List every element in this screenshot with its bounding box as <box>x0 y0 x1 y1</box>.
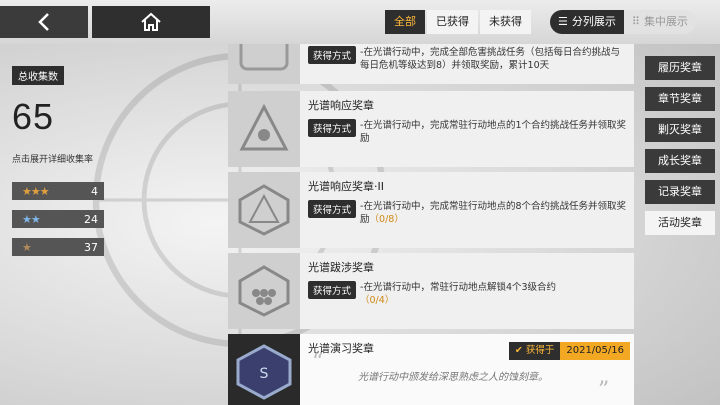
obtained-label: ✔ 获得于 <box>508 342 561 360</box>
medal-progress: （0/4） <box>360 295 395 306</box>
acquire-method-tag: 获得方式 <box>308 200 357 218</box>
rank-row-1star[interactable]: ★ 37 <box>12 238 104 256</box>
total-collection-label: 总收集数 <box>12 66 64 85</box>
two-star-icon: ★★ <box>22 212 41 226</box>
medal-description: -在光谱行动中，完成全部危害挑战任务（包括每日合约挑战与每日危机等级达到8）并领… <box>360 47 620 71</box>
tab-chapter-medals[interactable]: 章节奖章 <box>645 87 715 111</box>
quote-close-icon: ” <box>598 378 610 403</box>
medal-quote: 光谱行动中颁发给深思熟虑之人的蚀刻章。 <box>358 372 548 383</box>
three-star-icon: ★★★ <box>22 184 50 198</box>
medal-badge-icon <box>228 91 300 167</box>
medal-description: -在光谱行动中，常驻行动地点解锁4个3级合约 （0/4） <box>360 282 557 306</box>
acquire-method-tag: 获得方式 <box>308 119 357 137</box>
home-icon <box>141 12 161 31</box>
medal-card-obtained[interactable]: S 光谱演习奖章 ✔ 获得于 2021/05/16 “ 光谱行动中颁发给深思熟虑之… <box>228 334 634 405</box>
medal-card[interactable]: 光谱响应奖章·II 获得方式 -在光谱行动中，完成常驻行动地点的8个合约挑战任务… <box>228 172 634 248</box>
quote-open-icon: “ <box>312 350 324 375</box>
rank-count: 37 <box>84 240 98 254</box>
filter-all[interactable]: 全部 <box>385 10 425 34</box>
tab-record-medals[interactable]: 记录奖章 <box>645 180 715 204</box>
svg-text:S: S <box>260 366 269 382</box>
filter-not-obtained[interactable]: 未获得 <box>480 10 531 34</box>
rank-row-3star[interactable]: ★★★ 4 <box>12 182 104 200</box>
acquire-method-tag: 获得方式 <box>308 46 357 64</box>
home-button[interactable] <box>92 6 210 38</box>
medal-title: 光谱跋涉奖章 <box>308 261 374 274</box>
expand-hint[interactable]: 点击展开详细收集率 <box>12 152 93 165</box>
medal-badge-icon <box>228 44 300 84</box>
tab-growth-medals[interactable]: 成长奖章 <box>645 149 715 173</box>
obtained-date-badge: ✔ 获得于 2021/05/16 <box>508 342 630 360</box>
list-icon: ☰ <box>558 15 568 28</box>
medal-badge-icon: S <box>228 334 300 405</box>
tab-career-medals[interactable]: 履历奖章 <box>645 56 715 80</box>
medal-progress: （0/8） <box>369 214 404 225</box>
medal-card[interactable]: 获得方式 -在光谱行动中，完成全部危害挑战任务（包括每日合约挑战与每日危机等级达… <box>228 44 634 84</box>
checkmark-icon: ✔ <box>514 345 523 356</box>
one-star-icon: ★ <box>22 240 32 254</box>
medal-badge-icon <box>228 253 300 329</box>
top-bar: 全部 已获得 未获得 ☰ 分列展示 ⠿ 集中展示 <box>0 0 720 44</box>
medal-card[interactable]: 光谱响应奖章 获得方式 -在光谱行动中，完成常驻行动地点的1个合约挑战任务并领取… <box>228 91 634 167</box>
filter-tabs: 全部 已获得 未获得 <box>385 10 533 34</box>
medal-title: 光谱响应奖章·II <box>308 180 384 193</box>
medal-description: -在光谱行动中，完成常驻行动地点的8个合约挑战任务并领取奖励（0/8） <box>360 201 626 225</box>
acquire-method-tag: 获得方式 <box>308 281 357 299</box>
tab-annihilation-medals[interactable]: 剿灭奖章 <box>645 118 715 142</box>
split-view-label: 分列展示 <box>571 15 616 28</box>
medal-description: -在光谱行动中，完成常驻行动地点的1个合约挑战任务并领取奖励 <box>360 120 626 144</box>
grid-icon: ⠿ <box>631 15 640 28</box>
medal-badge-icon <box>228 172 300 248</box>
focus-view-label: 集中展示 <box>643 15 688 28</box>
focus-view-button[interactable]: ⠿ 集中展示 <box>623 10 696 34</box>
back-button[interactable] <box>0 6 88 38</box>
view-mode-toggle: ☰ 分列展示 ⠿ 集中展示 <box>550 10 696 34</box>
filter-obtained[interactable]: 已获得 <box>427 10 478 34</box>
rank-count: 4 <box>91 184 98 198</box>
rank-row-2star[interactable]: ★★ 24 <box>12 210 104 228</box>
back-arrow-icon <box>38 13 49 31</box>
tab-event-medals[interactable]: 活动奖章 <box>645 211 715 235</box>
medal-card[interactable]: 光谱跋涉奖章 获得方式 -在光谱行动中，常驻行动地点解锁4个3级合约 （0/4） <box>228 253 634 329</box>
split-view-button[interactable]: ☰ 分列展示 <box>550 10 624 34</box>
medal-list[interactable]: 获得方式 -在光谱行动中，完成全部危害挑战任务（包括每日合约挑战与每日危机等级达… <box>228 44 636 405</box>
medal-title: 光谱响应奖章 <box>308 99 374 112</box>
total-collection-count: 65 <box>12 96 55 137</box>
rank-count: 24 <box>84 212 98 226</box>
obtained-date: 2021/05/16 <box>560 342 630 360</box>
